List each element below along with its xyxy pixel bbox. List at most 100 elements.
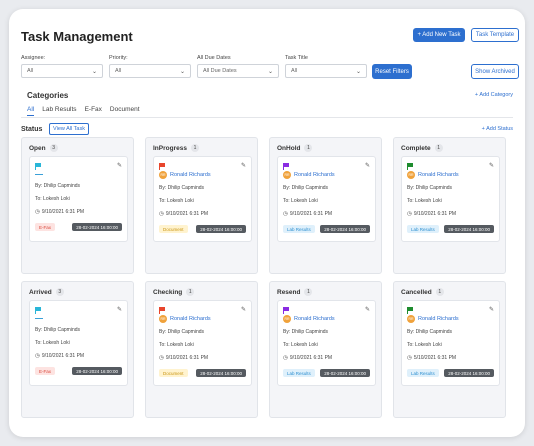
assigned-by: By: Dhilip Capminds (283, 185, 329, 191)
assignee[interactable]: RR Ronald Richards (283, 171, 335, 179)
edit-icon[interactable]: ✎ (241, 162, 246, 169)
task-count-badge: 3 (55, 288, 64, 296)
chevron-down-icon: ⌄ (91, 68, 97, 75)
show-archived-button[interactable]: Show Archived (471, 64, 519, 79)
priority-flag-icon (159, 307, 165, 314)
category-tag: E-Fax (35, 223, 56, 231)
status-column-open: Open 3 ✎ By: Dhilip Capminds To: Lokesh Loki… (21, 137, 134, 274)
category-tag: Document (159, 369, 188, 377)
assignee[interactable]: RR Ronald Richards (159, 171, 211, 179)
due-dates-filter-label: All Due Dates (197, 55, 231, 61)
assignee[interactable]: RR Ronald Richards (159, 315, 211, 323)
assigned-to: To: Lokesh Loki (35, 340, 70, 346)
task-card[interactable]: ✎ RR Ronald Richards By: Dhilip Capminds To:… (277, 156, 376, 242)
priority-select[interactable]: All ⌄ (109, 64, 191, 78)
reset-filters-button[interactable]: Reset Filters (372, 64, 412, 79)
column-title: OnHold (277, 144, 301, 152)
due-time: ◷ 9/10/2021 6:31 PM (159, 211, 208, 217)
placeholder-line (35, 174, 43, 175)
assigned-to: To: Lokesh Loki (283, 198, 318, 204)
priority-flag-icon (35, 163, 41, 170)
task-card[interactable]: ✎ By: Dhilip Capminds To: Lokesh Loki ◷ 9/10… (29, 156, 128, 242)
clock-icon: ◷ (159, 355, 164, 361)
task-card[interactable]: ✎ RR Ronald Richards By: Dhilip Capminds To:… (401, 300, 500, 386)
due-time: ◷ 9/10/2021 6:31 PM (283, 355, 332, 361)
assignee-name: Ronald Richards (170, 316, 211, 322)
due-time-value: 9/10/2021 6:31 PM (289, 355, 333, 361)
edit-icon[interactable]: ✎ (365, 162, 370, 169)
edit-icon[interactable]: ✎ (365, 306, 370, 313)
due-time-value: 9/10/2021 6:31 PM (165, 211, 209, 217)
column-title: Cancelled (401, 288, 432, 296)
view-all-task-button[interactable]: View All Task (49, 123, 89, 135)
priority-filter: Priority: All ⌄ (109, 55, 191, 78)
assigned-to: To: Lokesh Loki (407, 198, 442, 204)
category-tabs: All Lab Results E-Fax Document (27, 106, 140, 116)
assigned-by: By: Dhilip Capminds (35, 327, 81, 333)
assignee[interactable]: RR Ronald Richards (283, 315, 335, 323)
column-title: Arrived (29, 288, 52, 296)
assignee-name: Ronald Richards (418, 316, 459, 322)
priority-flag-icon (159, 163, 165, 170)
task-card[interactable]: ✎ RR Ronald Richards By: Dhilip Capminds To:… (153, 156, 252, 242)
category-tag: Lab Results (283, 369, 315, 377)
chevron-down-icon: ⌄ (179, 68, 185, 75)
assignee-filter: Assignee: All ⌄ (21, 55, 103, 78)
edit-icon[interactable]: ✎ (117, 306, 122, 313)
edit-icon[interactable]: ✎ (489, 162, 494, 169)
column-title: InProgress (153, 144, 187, 152)
chevron-down-icon: ⌄ (267, 68, 273, 75)
due-date-badge: 28-02-2024 16:00:00 (72, 367, 122, 375)
clock-icon: ◷ (35, 353, 40, 359)
assignee-select[interactable]: All ⌄ (21, 64, 103, 78)
assignee-select-value: All (27, 68, 34, 74)
placeholder-line (35, 318, 43, 319)
tab-document[interactable]: Document (110, 106, 140, 116)
column-header: Checking 1 (153, 288, 195, 296)
task-card[interactable]: ✎ RR Ronald Richards By: Dhilip Capminds To:… (401, 156, 500, 242)
category-tag: Lab Results (283, 225, 315, 233)
assigned-to: To: Lokesh Loki (407, 342, 442, 348)
task-card[interactable]: ✎ RR Ronald Richards By: Dhilip Capminds To:… (277, 300, 376, 386)
assigned-to: To: Lokesh Loki (159, 342, 194, 348)
add-category-link[interactable]: + Add Category (475, 92, 513, 98)
tab-all[interactable]: All (27, 106, 35, 116)
category-tag: Lab Results (407, 369, 439, 377)
assigned-by: By: Dhilip Capminds (283, 329, 329, 335)
edit-icon[interactable]: ✎ (117, 162, 122, 169)
column-header: Resend 1 (277, 288, 313, 296)
clock-icon: ◷ (407, 355, 412, 361)
add-task-button[interactable]: + Add New Task (413, 28, 465, 42)
task-title-select[interactable]: All ⌄ (285, 64, 367, 78)
add-status-link[interactable]: + Add Status (482, 126, 513, 132)
due-time: ◷ 5/10/2021 6:31 PM (407, 355, 456, 361)
due-time: ◷ 9/10/2021 6:31 PM (407, 211, 456, 217)
task-count-badge: 1 (190, 144, 199, 152)
assigned-to: To: Lokesh Loki (283, 342, 318, 348)
avatar: RR (283, 171, 291, 179)
header: Task Management + Add New Task Task Temp… (21, 27, 519, 49)
assignee[interactable]: RR Ronald Richards (407, 171, 459, 179)
edit-icon[interactable]: ✎ (241, 306, 246, 313)
assignee[interactable]: RR Ronald Richards (407, 315, 459, 323)
column-header: InProgress 1 (153, 144, 199, 152)
task-card[interactable]: ✎ RR Ronald Richards By: Dhilip Capminds To:… (153, 300, 252, 386)
tab-lab-results[interactable]: Lab Results (42, 106, 76, 116)
status-column-arrived: Arrived 3 ✎ By: Dhilip Capminds To: Lokesh L… (21, 281, 134, 418)
edit-icon[interactable]: ✎ (489, 306, 494, 313)
avatar: RR (159, 315, 167, 323)
due-time: ◷ 9/10/2021 6:31 PM (35, 209, 84, 215)
due-time-value: 9/10/2021 6:31 PM (289, 211, 333, 217)
assigned-by: By: Dhilip Capminds (407, 329, 453, 335)
task-template-button[interactable]: Task Template (471, 28, 519, 42)
clock-icon: ◷ (35, 209, 40, 215)
divider (21, 117, 513, 118)
due-dates-select[interactable]: All Due Dates ⌄ (197, 64, 279, 78)
task-card[interactable]: ✎ By: Dhilip Capminds To: Lokesh Loki ◷ 9/10… (29, 300, 128, 386)
status-column-cancelled: Cancelled 1 ✎ RR Ronald Richards By: Dhilip C… (393, 281, 506, 418)
tab-e-fax[interactable]: E-Fax (85, 106, 102, 116)
priority-flag-icon (283, 163, 289, 170)
column-header: OnHold 1 (277, 144, 313, 152)
column-header: Complete 1 (401, 144, 443, 152)
clock-icon: ◷ (283, 211, 288, 217)
